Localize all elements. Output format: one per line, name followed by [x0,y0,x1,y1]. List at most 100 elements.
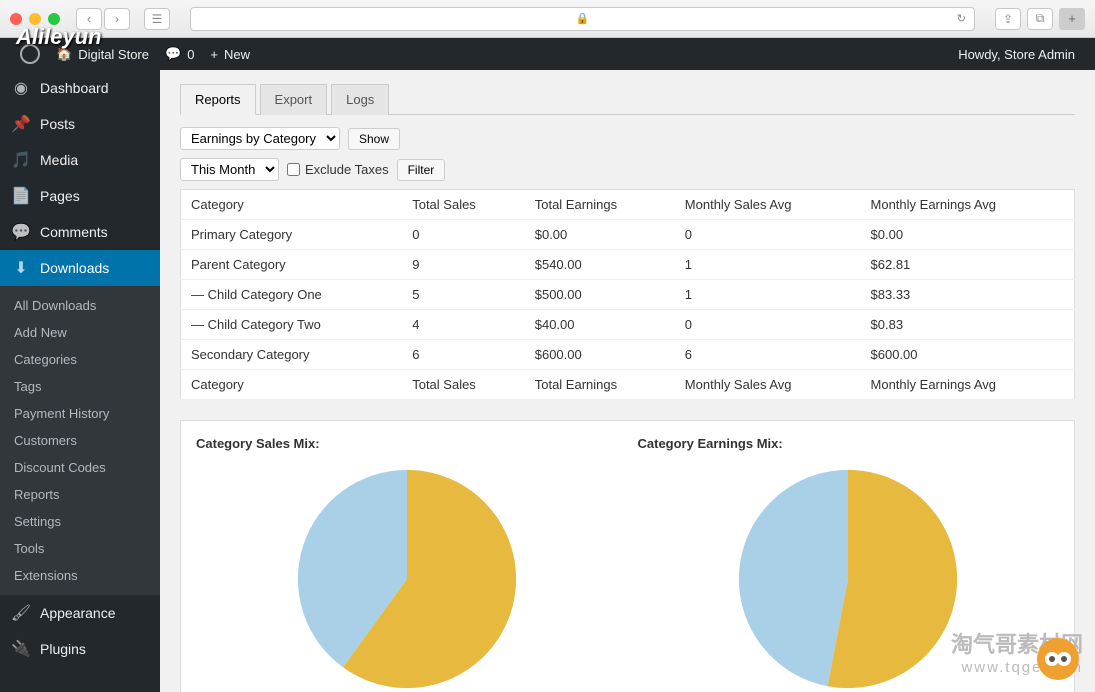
tabs-button[interactable]: ⧉ [1027,8,1053,30]
table-cell: $83.33 [861,280,1075,310]
exclude-taxes-label[interactable]: Exclude Taxes [287,162,389,177]
submenu-item-add-new[interactable]: Add New [0,319,160,346]
sidebar-item-label: Downloads [40,260,109,276]
submenu-item-categories[interactable]: Categories [0,346,160,373]
sidebar-item-label: Media [40,152,78,168]
sidebar-item-dashboard[interactable]: ◉Dashboard [0,70,160,106]
sidebar-item-media[interactable]: 🎵 Media [0,142,160,178]
sidebar-item-posts[interactable]: 📌 Posts [0,106,160,142]
pin-icon: 📌 [12,115,30,133]
table-cell: $600.00 [861,340,1075,370]
sidebar-toggle-button[interactable]: ☰ [144,8,170,30]
submenu-item-customers[interactable]: Customers [0,427,160,454]
sidebar-item-pages[interactable]: 📄Pages [0,178,160,214]
table-header: Monthly Sales Avg [675,370,861,400]
sales-mix-chart: Category Sales Mix: Parent Category: 60%… [196,436,618,692]
content-area: ReportsExportLogs Earnings by Category S… [160,70,1095,692]
table-header: Total Sales [402,190,525,220]
forward-button[interactable]: › [104,8,130,30]
table-row: Primary Category0$0.000$0.00 [181,220,1075,250]
table-cell: Primary Category [181,220,403,250]
sidebar-item-label: Appearance [40,605,116,621]
exclude-taxes-checkbox[interactable] [287,163,300,176]
table-cell: $40.00 [525,310,675,340]
page-icon: 📄 [12,187,30,205]
submenu-item-settings[interactable]: Settings [0,508,160,535]
wp-admin-bar: 🏠 Digital Store 💬 0 + New Howdy, Store A… [0,38,1095,70]
comment-icon: 💬 [12,223,30,241]
tab-reports[interactable]: Reports [180,84,256,115]
table-header: Category [181,190,403,220]
show-button[interactable]: Show [348,128,400,150]
sidebar-item-downloads[interactable]: ⬇Downloads [0,250,160,286]
plus-icon: + [210,47,218,62]
media-icon: 🎵 [12,151,30,169]
table-cell: 0 [675,220,861,250]
table-header: Monthly Earnings Avg [861,190,1075,220]
category-report-table: CategoryTotal SalesTotal EarningsMonthly… [180,189,1075,400]
comments-link[interactable]: 💬 0 [157,38,202,70]
table-cell: $0.00 [525,220,675,250]
browser-chrome: ‹ › ☰ 🔒 ↻ ⇪ ⧉ + [0,0,1095,38]
wp-logo[interactable] [12,38,48,70]
site-link[interactable]: 🏠 Digital Store [48,38,157,70]
table-cell: $62.81 [861,250,1075,280]
wordpress-icon [20,44,40,64]
share-button[interactable]: ⇪ [995,8,1021,30]
table-header: Total Sales [402,370,525,400]
howdy-link[interactable]: Howdy, Store Admin [950,38,1083,70]
table-row: Secondary Category6$600.006$600.00 [181,340,1075,370]
table-header: Category [181,370,403,400]
table-cell: $540.00 [525,250,675,280]
submenu-item-reports[interactable]: Reports [0,481,160,508]
charts-panel: Category Sales Mix: Parent Category: 60%… [180,420,1075,692]
table-cell: $500.00 [525,280,675,310]
table-row: — Child Category One5$500.001$83.33 [181,280,1075,310]
period-select[interactable]: This Month [180,158,279,181]
table-cell: $0.83 [861,310,1075,340]
table-header: Total Earnings [525,190,675,220]
appearance-icon: 🖌 [12,604,30,622]
tab-export[interactable]: Export [260,84,328,115]
submenu-item-extensions[interactable]: Extensions [0,562,160,589]
sidebar-item-label: Comments [40,224,108,240]
url-bar[interactable]: 🔒 ↻ [190,7,975,31]
report-type-select[interactable]: Earnings by Category [180,127,340,150]
table-cell: 1 [675,280,861,310]
admin-sidebar: ◉Dashboard 📌 Posts 🎵 Media 📄Pages 💬 Comments ⬇Do… [0,70,160,692]
window-controls [10,13,60,25]
pie-slice [739,470,848,686]
submenu-item-all-downloads[interactable]: All Downloads [0,292,160,319]
filter-button[interactable]: Filter [397,159,446,181]
earnings-mix-chart: Category Earnings Mix: Secondary Categor… [638,436,1060,692]
table-cell: $0.00 [861,220,1075,250]
table-cell: 4 [402,310,525,340]
new-tab-button[interactable]: + [1059,8,1085,30]
sidebar-item-comments[interactable]: 💬 Comments [0,214,160,250]
table-cell: 0 [402,220,525,250]
table-cell: Parent Category [181,250,403,280]
table-header: Total Earnings [525,370,675,400]
tab-logs[interactable]: Logs [331,84,389,115]
submenu-item-tools[interactable]: Tools [0,535,160,562]
submenu-item-tags[interactable]: Tags [0,373,160,400]
table-cell: 6 [402,340,525,370]
back-button[interactable]: ‹ [76,8,102,30]
table-cell: — Child Category One [181,280,403,310]
table-cell: 1 [675,250,861,280]
submenu-item-discount-codes[interactable]: Discount Codes [0,454,160,481]
sidebar-item-label: Posts [40,116,75,132]
close-dot[interactable] [10,13,22,25]
comment-icon: 💬 [165,46,181,62]
sidebar-item-plugins[interactable]: 🔌Plugins [0,631,160,667]
minimize-dot[interactable] [29,13,41,25]
reload-icon[interactable]: ↻ [957,12,966,25]
submenu-item-payment-history[interactable]: Payment History [0,400,160,427]
plugin-icon: 🔌 [12,640,30,658]
report-tabs: ReportsExportLogs [180,84,1075,115]
new-link[interactable]: + New [202,38,258,70]
table-cell: — Child Category Two [181,310,403,340]
table-cell: 0 [675,310,861,340]
maximize-dot[interactable] [48,13,60,25]
sidebar-item-appearance[interactable]: 🖌 Appearance [0,595,160,631]
